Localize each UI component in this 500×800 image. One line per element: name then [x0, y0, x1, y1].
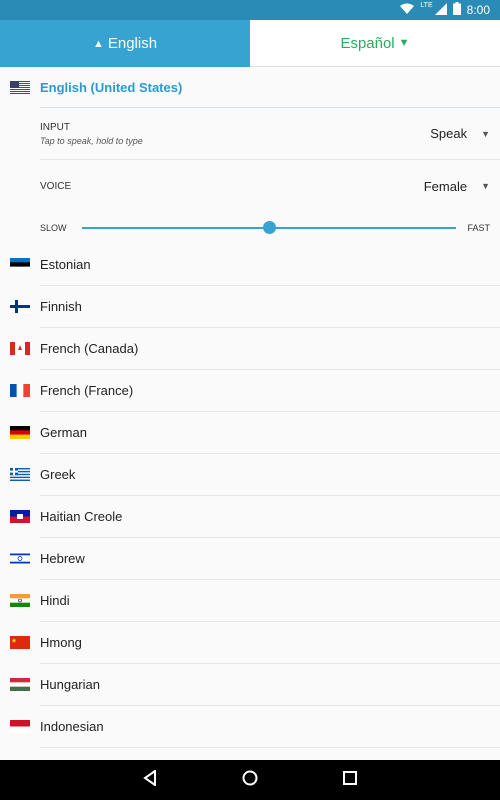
- input-hint: Tap to speak, hold to type: [40, 135, 143, 146]
- language-item[interactable]: Greek: [0, 454, 500, 495]
- navigation-bar: [0, 760, 500, 800]
- speed-slider-row: SLOW FAST: [0, 212, 500, 244]
- selected-language-row[interactable]: English (United States): [0, 67, 500, 107]
- fast-label: FAST: [467, 223, 490, 233]
- language-item[interactable]: Haitian Creole: [0, 496, 500, 537]
- language-name: French (France): [40, 383, 134, 398]
- voice-dropdown[interactable]: Female ▼: [424, 179, 490, 194]
- language-name: Greek: [40, 467, 76, 482]
- language-name: Finnish: [40, 299, 82, 314]
- tab-source-language[interactable]: ▲ English: [0, 20, 250, 67]
- id-flag-icon: [10, 720, 30, 733]
- language-name: Hindi: [40, 593, 70, 608]
- input-mode-dropdown[interactable]: Speak ▼: [430, 126, 490, 141]
- language-item[interactable]: French (France): [0, 370, 500, 411]
- back-icon: [143, 768, 157, 791]
- language-list: Estonian Finnish French (Canada) French (Fr…: [0, 244, 500, 760]
- collapse-arrow-icon: ▲: [92, 37, 104, 50]
- gr-flag-icon: [10, 468, 30, 481]
- language-name: Hebrew: [40, 551, 85, 566]
- recents-icon: [343, 770, 357, 790]
- language-item[interactable]: French (Canada): [0, 328, 500, 369]
- language-item[interactable]: German: [0, 412, 500, 453]
- hu-flag-icon: [10, 678, 30, 691]
- language-name: German: [40, 425, 87, 440]
- language-item[interactable]: Hmong: [0, 622, 500, 663]
- wifi-icon: [400, 3, 415, 18]
- language-name: Hungarian: [40, 677, 100, 692]
- in-flag-icon: [10, 594, 30, 607]
- language-item[interactable]: Hindi: [0, 580, 500, 621]
- recents-button[interactable]: [330, 760, 370, 800]
- language-item[interactable]: Hungarian: [0, 664, 500, 705]
- expand-arrow-icon: ▼: [398, 37, 410, 49]
- home-button[interactable]: [230, 760, 270, 800]
- language-name: Indonesian: [40, 719, 104, 734]
- battery-icon: [452, 2, 461, 18]
- status-bar: LTE 8:00: [0, 0, 500, 20]
- ca-flag-icon: [10, 342, 30, 355]
- language-name: French (Canada): [40, 341, 139, 356]
- back-button[interactable]: [130, 760, 170, 800]
- tab-target-language[interactable]: Español ▼: [250, 20, 500, 67]
- network-type-label: LTE: [420, 2, 433, 9]
- input-mode-value: Speak: [430, 126, 468, 141]
- home-icon: [242, 770, 258, 791]
- dropdown-caret-icon: ▼: [481, 181, 490, 191]
- language-name: Hmong: [40, 635, 82, 650]
- language-item[interactable]: Hebrew: [0, 538, 500, 579]
- language-tabs: ▲ English Español ▼: [0, 20, 500, 67]
- cn-flag-icon: [10, 636, 30, 649]
- ht-flag-icon: [10, 510, 30, 523]
- de-flag-icon: [10, 426, 30, 439]
- tab-target-label: Español: [340, 34, 395, 52]
- language-item[interactable]: Italian: [0, 748, 500, 760]
- input-setting-text: INPUT Tap to speak, hold to type: [40, 122, 143, 146]
- voice-setting-row[interactable]: VOICE Female ▼: [0, 160, 500, 212]
- slow-label: SLOW: [40, 223, 67, 233]
- dropdown-caret-icon: ▼: [481, 128, 490, 139]
- language-panel: English (United States) INPUT Tap to spe…: [0, 67, 500, 760]
- tab-source-label: English: [107, 35, 158, 52]
- speed-slider-track[interactable]: [82, 221, 456, 234]
- speed-slider-thumb[interactable]: [262, 221, 276, 234]
- voice-label: VOICE: [40, 180, 72, 192]
- input-label: INPUT: [40, 121, 70, 133]
- us-flag-icon: [10, 80, 30, 94]
- selected-language-name: English (United States): [40, 79, 183, 95]
- ee-flag-icon: [10, 258, 30, 271]
- fr-flag-icon: [10, 384, 30, 397]
- language-item[interactable]: Estonian: [0, 244, 500, 285]
- language-name: Estonian: [40, 257, 91, 272]
- il-flag-icon: [10, 552, 30, 565]
- voice-value: Female: [423, 178, 468, 194]
- language-item[interactable]: Indonesian: [0, 706, 500, 747]
- input-setting-row[interactable]: INPUT Tap to speak, hold to type Speak ▼: [0, 108, 500, 159]
- fi-flag-icon: [10, 300, 30, 313]
- language-item[interactable]: Finnish: [0, 286, 500, 327]
- language-name: Haitian Creole: [40, 509, 123, 524]
- signal-icon: [434, 2, 447, 18]
- clock: 8:00: [466, 3, 490, 17]
